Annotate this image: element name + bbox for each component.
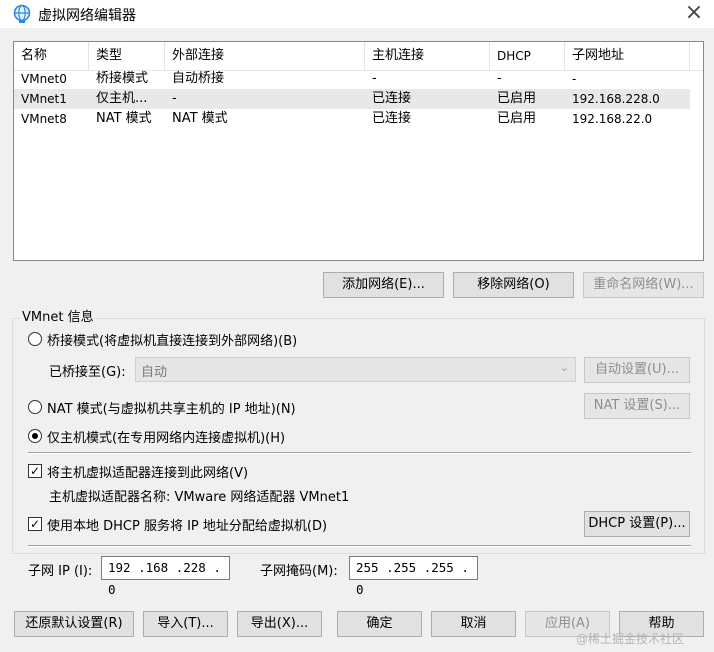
cell-host: 已连接 xyxy=(372,91,412,106)
remove-network-button[interactable]: 移除网络(O) xyxy=(453,272,574,298)
host-only-mode-label[interactable]: 仅主机模式(在专用网络内连接虚拟机)(H) xyxy=(47,427,285,446)
restore-defaults-button[interactable]: 还原默认设置(R) xyxy=(14,611,134,637)
close-button[interactable]: × xyxy=(682,2,706,24)
divider xyxy=(28,545,691,547)
adapter-name-text: 主机虚拟适配器名称: VMware 网络适配器 VMnet1 xyxy=(49,490,350,505)
local-dhcp-label[interactable]: 使用本地 DHCP 服务将 IP 地址分配给虚拟机(D) xyxy=(47,515,327,534)
dhcp-settings-button[interactable]: DHCP 设置(P)... xyxy=(584,511,690,537)
cell-external: - xyxy=(172,91,177,106)
column-header-dhcp[interactable]: DHCP xyxy=(490,42,565,70)
network-list[interactable]: 名称 类型 外部连接 主机连接 DHCP 子网地址 VMnet0 桥接模式 自动… xyxy=(13,41,704,261)
auto-settings-button[interactable]: 自动设置(U)... xyxy=(584,357,690,383)
cell-name: VMnet8 xyxy=(21,112,67,126)
column-header-name[interactable]: 名称 xyxy=(14,42,89,70)
table-row[interactable]: VMnet0 桥接模式 自动桥接 - - - xyxy=(14,69,690,89)
connect-adapter-checkbox[interactable]: ✓ xyxy=(28,464,42,478)
add-network-button[interactable]: 添加网络(E)... xyxy=(323,272,444,298)
column-header-host[interactable]: 主机连接 xyxy=(365,42,490,70)
cancel-button[interactable]: 取消 xyxy=(431,611,516,637)
bridged-to-value: 自动 xyxy=(141,365,168,380)
watermark-text: @稀土掘金技术社区 xyxy=(576,632,685,646)
subnet-ip-input[interactable]: 192 .168 .228 . 0 xyxy=(101,556,230,597)
cell-name: VMnet0 xyxy=(21,72,67,86)
column-header-external[interactable]: 外部连接 xyxy=(165,42,365,70)
network-globe-icon xyxy=(13,4,31,23)
local-dhcp-checkbox[interactable]: ✓ xyxy=(28,517,42,531)
export-button[interactable]: 导出(X)... xyxy=(237,611,322,637)
chevron-down-icon: ⌄ xyxy=(559,361,569,374)
cell-name: VMnet1 xyxy=(21,92,67,106)
virtual-network-editor-window: 虚拟网络编辑器 × 名称 类型 外部连接 主机连接 DHCP 子网地址 VMne… xyxy=(0,0,714,652)
cell-dhcp: 已启用 xyxy=(497,111,537,126)
nat-mode-radio[interactable] xyxy=(28,400,42,414)
divider xyxy=(28,452,691,454)
list-header: 名称 类型 外部连接 主机连接 DHCP 子网地址 xyxy=(14,42,703,71)
cell-subnet: 192.168.228.0 xyxy=(572,92,660,106)
subnet-ip-label: 子网 IP (I): xyxy=(28,564,93,579)
vmnet-info-label: VMnet 信息 xyxy=(20,306,96,325)
title-bar: 虚拟网络编辑器 × xyxy=(0,0,714,28)
nat-mode-label[interactable]: NAT 模式(与虚拟机共享主机的 IP 地址)(N) xyxy=(47,398,296,417)
nat-settings-button[interactable]: NAT 设置(S)... xyxy=(584,393,690,419)
connect-adapter-label[interactable]: 将主机虚拟适配器连接到此网络(V) xyxy=(47,462,248,481)
column-header-subnet[interactable]: 子网地址 xyxy=(565,42,690,70)
cell-external: NAT 模式 xyxy=(172,111,228,126)
cell-subnet: - xyxy=(572,72,577,86)
column-header-type[interactable]: 类型 xyxy=(89,42,165,70)
cell-host: 已连接 xyxy=(372,111,412,126)
table-row[interactable]: VMnet8 NAT 模式 NAT 模式 已连接 已启用 192.168.22.… xyxy=(14,109,690,129)
bridge-mode-radio[interactable] xyxy=(28,332,42,346)
cell-dhcp: 已启用 xyxy=(497,91,537,106)
bridged-to-select[interactable]: 自动 ⌄ xyxy=(135,357,576,382)
cell-subnet: 192.168.22.0 xyxy=(572,112,653,126)
ok-button[interactable]: 确定 xyxy=(337,611,422,637)
cell-host: - xyxy=(372,71,377,86)
subnet-mask-input[interactable]: 255 .255 .255 . 0 xyxy=(349,556,478,597)
bridged-to-label: 已桥接至(G): xyxy=(49,365,126,380)
import-button[interactable]: 导入(T)... xyxy=(143,611,228,637)
host-only-mode-radio[interactable] xyxy=(28,429,42,443)
rename-network-button[interactable]: 重命名网络(W)... xyxy=(583,272,704,298)
cell-dhcp: - xyxy=(497,71,502,86)
cell-type: 桥接模式 xyxy=(96,71,149,86)
subnet-mask-label: 子网掩码(M): xyxy=(260,564,338,579)
table-row-selected[interactable]: VMnet1 仅主机... - 已连接 已启用 192.168.228.0 xyxy=(14,89,690,109)
bridge-mode-label[interactable]: 桥接模式(将虚拟机直接连接到外部网络)(B) xyxy=(47,330,297,349)
window-title: 虚拟网络编辑器 xyxy=(38,8,136,24)
cell-external: 自动桥接 xyxy=(172,71,225,86)
cell-type: 仅主机... xyxy=(96,91,148,106)
cell-type: NAT 模式 xyxy=(96,111,152,126)
